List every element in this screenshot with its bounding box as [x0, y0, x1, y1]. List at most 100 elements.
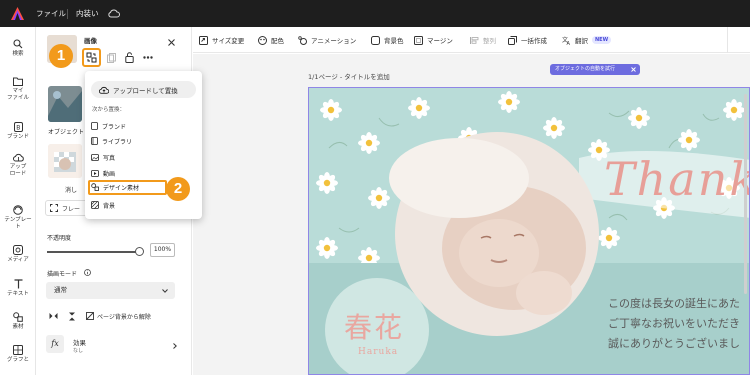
rail-my-files[interactable]: マイ ファイル	[0, 77, 36, 102]
baby-name-romaji[interactable]: Haruka	[358, 347, 398, 357]
rail-media[interactable]: メディア	[0, 245, 36, 264]
file-menu[interactable]: ファイル	[36, 0, 66, 27]
resize-label: サイズ変更	[212, 37, 245, 45]
margin-button[interactable]: マージン	[414, 33, 453, 47]
page-title[interactable]: 1/1ページ - タイトルを追加	[308, 71, 390, 81]
top-toolbar: サイズ変更 配色 アニメーション 背景色 マージン 整列 一括作成 文A 翻訳 …	[193, 27, 750, 53]
video-icon	[91, 169, 99, 177]
rail-label: メディア	[7, 257, 29, 263]
blend-mode-value: 通常	[54, 286, 67, 294]
opacity-slider-track[interactable]	[47, 251, 139, 253]
design-page[interactable]: Thank 春花 Haruka この度は長女の誕生にあた ご丁寧なお祝いをいただ…	[308, 87, 750, 375]
opacity-value-field[interactable]: 100%	[150, 243, 175, 257]
effects-label[interactable]: 効果	[73, 337, 86, 347]
resize-icon	[199, 35, 208, 45]
menu-item-photo[interactable]: 写真	[91, 151, 115, 163]
info-icon[interactable]	[84, 269, 91, 276]
menu-item-brand[interactable]: ブランド	[91, 120, 126, 132]
animation-button[interactable]: アニメーション	[298, 33, 356, 47]
folder-icon	[13, 77, 23, 86]
color-label: 配色	[271, 37, 284, 45]
rail-label: ブランド	[6, 134, 29, 140]
chevron-right-icon[interactable]	[173, 343, 177, 349]
object-thumbnail[interactable]	[48, 86, 82, 122]
menu-item-design-elements[interactable]: デザイン素材	[91, 181, 139, 193]
upload-replace-button[interactable]: アップロードして置換	[91, 81, 196, 98]
elements-icon	[13, 312, 23, 322]
animation-label: アニメーション	[311, 37, 357, 45]
translate-button[interactable]: 文A 翻訳 NEW	[562, 33, 612, 47]
svg-text:B: B	[16, 125, 20, 132]
resize-button[interactable]: サイズ変更	[199, 33, 244, 47]
chevron-down-icon	[162, 289, 168, 293]
blend-mode-label: 描画モード	[47, 271, 78, 278]
rail-search[interactable]: 検索	[0, 39, 36, 58]
library-icon	[91, 137, 98, 145]
design-elements-icon	[91, 183, 99, 191]
rail-upload[interactable]: アップ ロード	[0, 153, 36, 178]
message-text[interactable]: この度は長女の誕生にあた ご丁寧なお祝いをいただき 誠にありがとうございまし	[608, 294, 740, 354]
menu-item-background[interactable]: 背景	[91, 199, 115, 211]
upload-replace-label: アップロードして置換	[113, 86, 178, 95]
menu-item-label: ライブラリ	[102, 138, 133, 146]
chart-icon	[13, 345, 23, 355]
step-callout-2: 2	[166, 177, 190, 201]
lock-icon[interactable]	[125, 52, 134, 63]
blend-mode-select[interactable]: 通常	[46, 282, 175, 299]
color-button[interactable]: 配色	[258, 33, 284, 47]
rail-templates[interactable]: テンプレー ト	[0, 205, 36, 231]
translate-label: 翻訳	[575, 37, 588, 45]
canvas-scrollbar[interactable]	[744, 94, 747, 294]
menu-item-label: デザイン素材	[103, 184, 140, 192]
rail-label: アップ ロード	[9, 164, 27, 177]
bulk-create-label: 一括作成	[521, 37, 547, 45]
margin-label: マージン	[427, 37, 453, 45]
frame-label: フレー	[62, 205, 81, 213]
margin-icon	[414, 35, 423, 45]
thank-you-text[interactable]: Thank	[604, 152, 749, 206]
replace-from-heading: 次から置換：	[92, 107, 126, 113]
baby-name-kanji[interactable]: 春花	[344, 306, 404, 346]
message-line: 誠にありがとうございまし	[608, 337, 740, 350]
app-logo-icon[interactable]	[11, 7, 24, 20]
message-line: ご丁寧なお祝いをいただき	[608, 317, 740, 330]
pill-close-icon[interactable]	[631, 67, 636, 72]
rail-brand[interactable]: B ブランド	[0, 122, 36, 141]
canvas-area: 1/1ページ - タイトルを追加 オブジェクトの自動を試行 Thank 春花 H…	[193, 54, 750, 375]
left-rail: 検索 マイ ファイル B ブランド アップ ロード テンプレー ト メディア テ…	[0, 27, 36, 375]
rail-label: 素材	[12, 324, 24, 330]
content-menu[interactable]: 内装い	[76, 0, 99, 27]
menu-item-video[interactable]: 動画	[91, 167, 115, 179]
panel-title: 画像	[84, 37, 97, 45]
background-color-button[interactable]: 背景色	[371, 33, 404, 47]
more-options-icon[interactable]	[143, 56, 153, 59]
menu-item-library[interactable]: ライブラリ	[91, 135, 132, 147]
remove-from-page-bg-button[interactable]: ページ背景から解除	[97, 312, 151, 321]
effects-value: なし	[73, 348, 84, 354]
smart-select-pill[interactable]: オブジェクトの自動を試行	[550, 64, 640, 75]
opacity-label: 不透明度	[47, 235, 72, 242]
opacity-slider-handle[interactable]	[135, 247, 144, 256]
erase-thumbnail[interactable]	[48, 144, 82, 178]
search-icon	[13, 39, 23, 49]
erase-label: 消し	[65, 187, 78, 194]
copy-icon[interactable]	[107, 53, 116, 63]
object-label: オブジェクト	[48, 129, 85, 136]
palette-icon	[258, 35, 267, 45]
close-icon[interactable]	[168, 39, 175, 46]
flip-vertical-icon[interactable]	[68, 312, 76, 321]
toolbar-divider	[727, 27, 728, 53]
menu-item-label: 動画	[103, 170, 116, 178]
arrange-button[interactable]: 整列	[470, 33, 496, 47]
photo-icon	[91, 153, 99, 161]
rail-charts[interactable]: グラフと	[0, 345, 36, 364]
background-color-label: 背景色	[384, 37, 404, 45]
bulk-create-button[interactable]: 一括作成	[508, 33, 547, 47]
rail-elements[interactable]: 素材	[0, 312, 36, 331]
replace-image-button[interactable]	[82, 48, 101, 67]
flip-horizontal-icon[interactable]	[49, 312, 58, 320]
message-line: この度は長女の誕生にあた	[608, 297, 740, 310]
rail-text[interactable]: テキスト	[0, 279, 36, 298]
cloud-sync-icon	[108, 9, 120, 18]
replace-icon	[86, 52, 97, 63]
